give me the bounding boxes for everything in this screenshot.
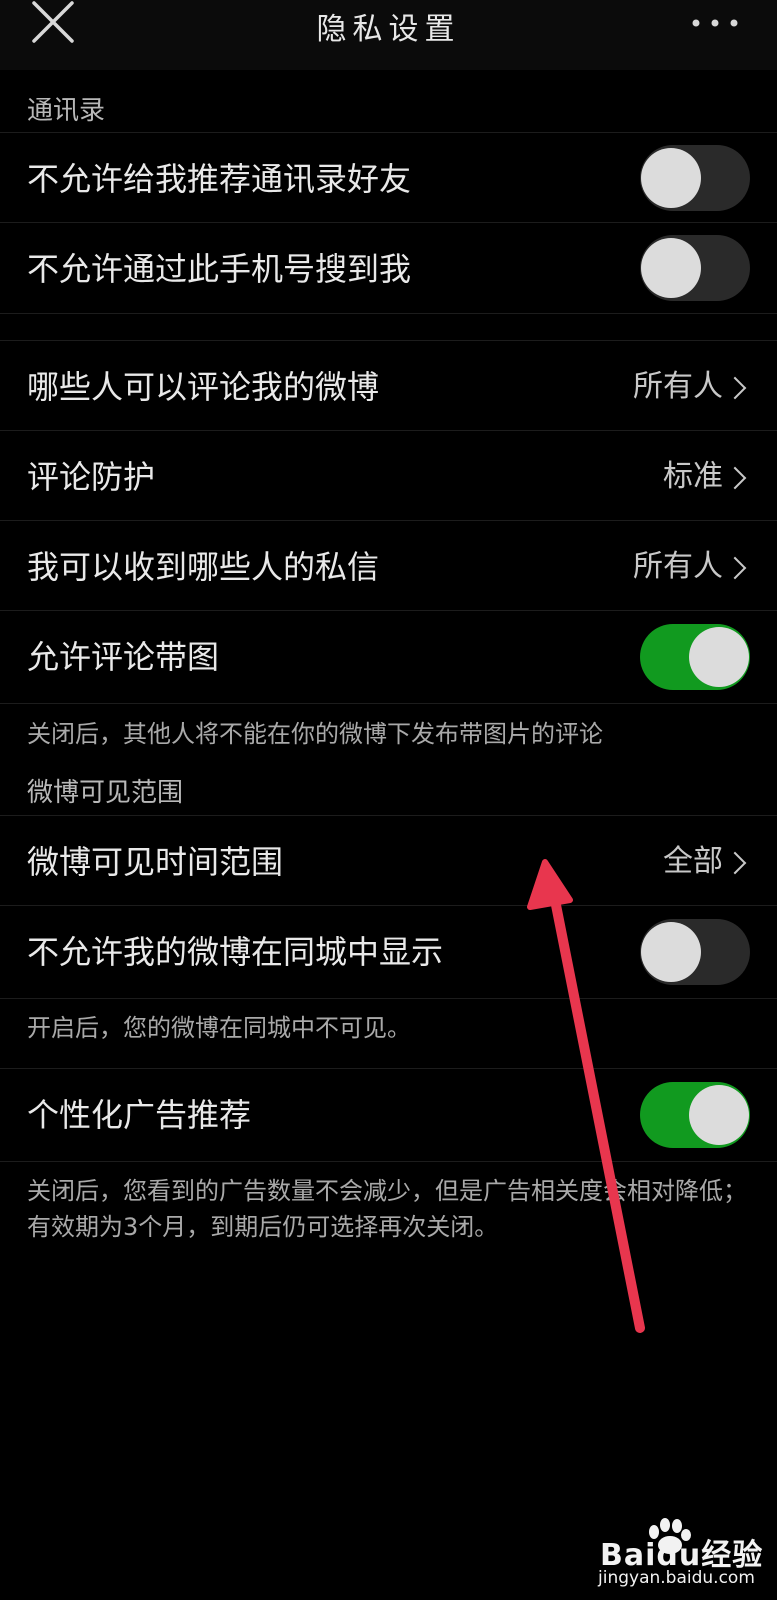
annotation-arrow-icon	[527, 859, 645, 1333]
watermark-url: jingyan.baidu.com	[598, 1568, 755, 1588]
